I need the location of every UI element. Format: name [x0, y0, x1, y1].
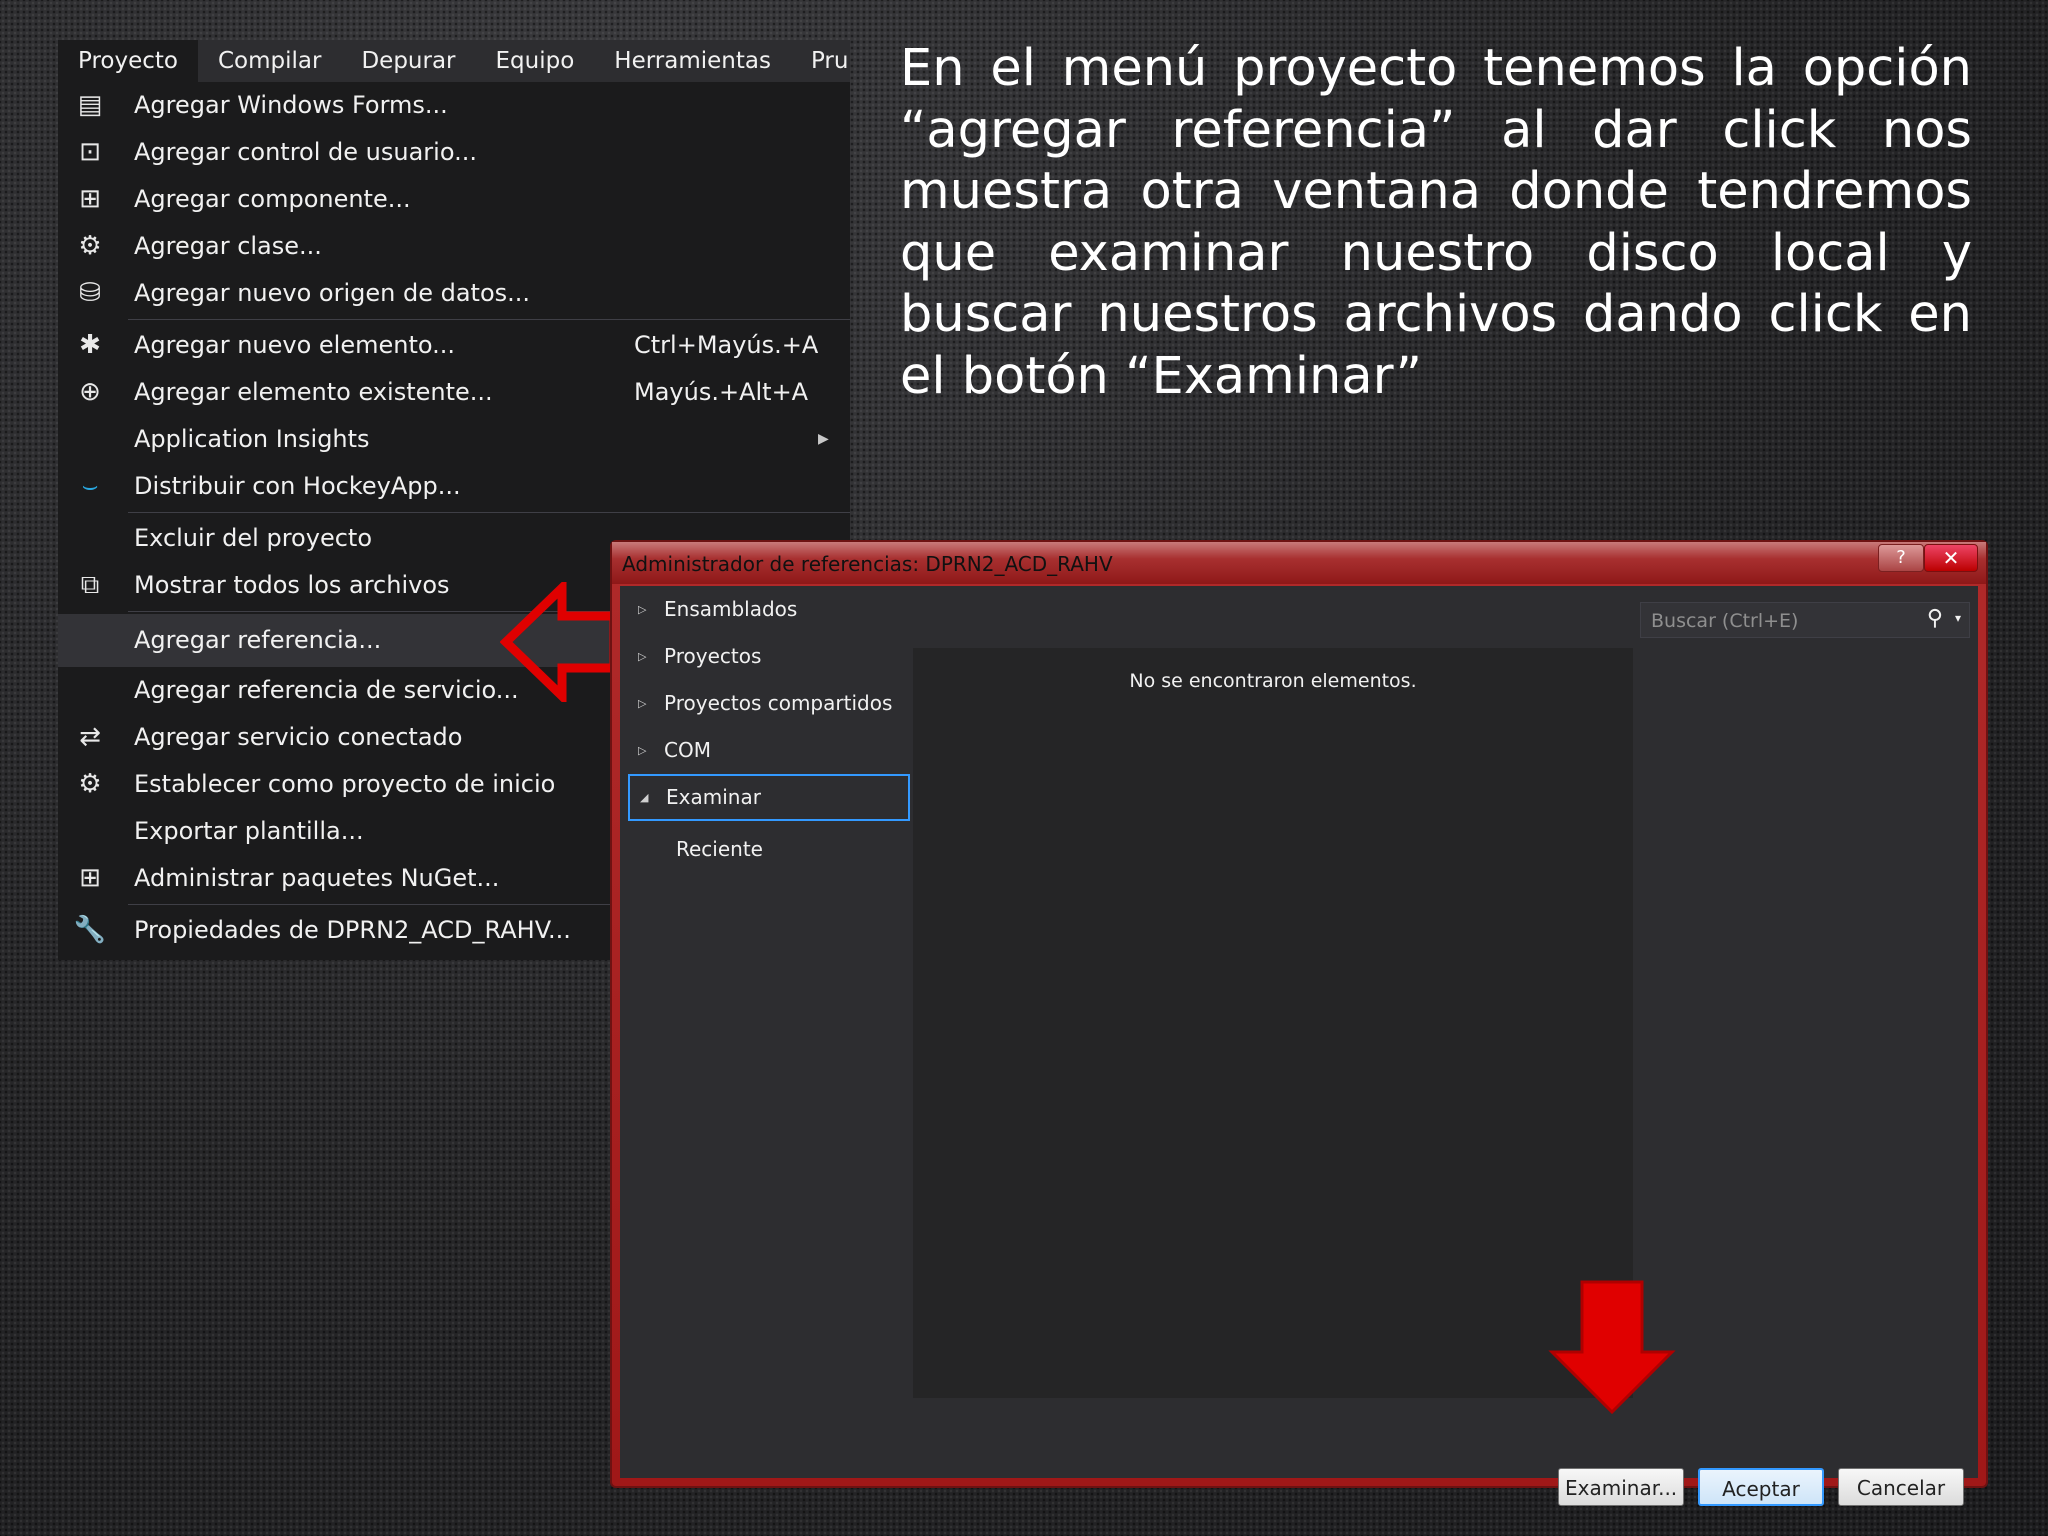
help-button[interactable]: ? — [1878, 544, 1924, 572]
gear-icon: ⚙ — [78, 769, 102, 799]
submenu-arrow-icon: ▶ — [818, 431, 829, 447]
tree-item-assemblies[interactable]: ▷ Ensamblados — [628, 586, 910, 633]
description-text: En el menú proyecto tenemos la opción “a… — [900, 39, 1972, 406]
dialog-body: ▷ Ensamblados ▷ Proyectos ▷ Proyectos co… — [620, 586, 1978, 1506]
show-all-files-icon: ⧉ — [80, 570, 100, 600]
menu-separator — [128, 512, 850, 513]
menu-item-label: Agregar control de usuario... — [134, 138, 477, 166]
menu-item-application-insights[interactable]: Application Insights ▶ — [58, 416, 850, 463]
menu-item-add-new-item[interactable]: ✱ Agregar nuevo elemento... Ctrl+Mayús.+… — [58, 322, 850, 369]
tree-item-projects[interactable]: ▷ Proyectos — [628, 633, 910, 680]
search-box[interactable]: ⚲ ▾ — [1640, 602, 1970, 639]
ok-button[interactable]: Aceptar — [1698, 1468, 1824, 1506]
menu-herramientas[interactable]: Herramientas — [594, 40, 791, 82]
menu-item-shortcut: Ctrl+Mayús.+A — [634, 331, 819, 359]
menu-item-label: Mostrar todos los archivos — [134, 571, 450, 599]
menu-depurar[interactable]: Depurar — [341, 40, 475, 82]
component-icon: ⊞ — [79, 184, 101, 214]
menu-item-hockeyapp[interactable]: ⌣ Distribuir con HockeyApp... — [58, 463, 850, 510]
menu-item-label: Administrar paquetes NuGet... — [134, 864, 500, 892]
menu-item-label: Distribuir con HockeyApp... — [134, 472, 461, 500]
menu-item-label: Agregar componente... — [134, 185, 411, 213]
new-item-icon: ✱ — [79, 330, 101, 360]
menu-item-add-class[interactable]: ⚙ Agregar clase... — [58, 223, 850, 270]
menu-item-add-user-control[interactable]: ⊡ Agregar control de usuario... — [58, 129, 850, 176]
cancel-button[interactable]: Cancelar — [1838, 1468, 1964, 1506]
menu-item-label: Establecer como proyecto de inicio — [134, 770, 556, 798]
menu-item-label: Propiedades de DPRN2_ACD_RAHV... — [134, 916, 571, 944]
tree-item-shared-projects[interactable]: ▷ Proyectos compartidos — [628, 680, 910, 727]
tree-item-label: Ensamblados — [664, 597, 798, 621]
tree-item-label: COM — [664, 738, 711, 762]
tree-item-label: Proyectos compartidos — [664, 691, 893, 715]
left-arrow-annotation-icon — [500, 582, 619, 702]
dialog-title: Administrador de referencias: DPRN2_ACD_… — [622, 552, 1113, 576]
existing-item-icon: ⊕ — [79, 377, 101, 407]
chevron-down-icon[interactable]: ▾ — [1955, 611, 1961, 625]
reference-manager-dialog: Administrador de referencias: DPRN2_ACD_… — [610, 540, 1988, 1506]
menu-proyecto[interactable]: Proyecto — [58, 40, 198, 82]
menu-item-label: Agregar referencia... — [134, 626, 382, 654]
menu-item-label: Agregar elemento existente... — [134, 378, 493, 406]
menu-item-label: Exportar plantilla... — [134, 817, 364, 845]
data-source-icon: ⛁ — [79, 278, 101, 308]
menu-item-add-existing-item[interactable]: ⊕ Agregar elemento existente... Mayús.+A… — [58, 369, 850, 416]
expand-triangle-icon[interactable]: ▷ — [638, 680, 646, 727]
menu-item-add-component[interactable]: ⊞ Agregar componente... — [58, 176, 850, 223]
close-button[interactable]: ✕ — [1924, 544, 1978, 572]
menu-item-label: Excluir del proyecto — [134, 524, 372, 552]
tree-item-label: Proyectos — [664, 644, 762, 668]
results-panel: No se encontraron elementos. — [913, 648, 1633, 1398]
menu-item-label: Agregar referencia de servicio... — [134, 676, 519, 704]
menu-pruebas[interactable]: Pru — [791, 40, 850, 82]
menu-item-label: Agregar nuevo elemento... — [134, 331, 456, 359]
tree-item-browse[interactable]: ◢ Examinar — [628, 774, 910, 821]
menu-item-label: Agregar clase... — [134, 232, 322, 260]
expand-triangle-icon[interactable]: ▷ — [638, 633, 646, 680]
empty-message: No se encontraron elementos. — [1129, 670, 1417, 692]
hockeyapp-icon: ⌣ — [81, 471, 99, 501]
menu-item-label: Agregar nuevo origen de datos... — [134, 279, 531, 307]
dialog-title-bar[interactable]: Administrador de referencias: DPRN2_ACD_… — [612, 542, 1986, 584]
menu-equipo[interactable]: Equipo — [476, 40, 595, 82]
search-icon[interactable]: ⚲ — [1927, 606, 1943, 631]
user-control-icon: ⊡ — [79, 137, 101, 167]
menu-item-add-windows-forms[interactable]: ▤ Agregar Windows Forms... — [58, 82, 850, 129]
windows-form-icon: ▤ — [77, 90, 103, 120]
menu-item-add-data-source[interactable]: ⛁ Agregar nuevo origen de datos... — [58, 270, 850, 317]
collapse-triangle-icon[interactable]: ◢ — [640, 776, 648, 819]
menu-item-shortcut: Mayús.+Alt+A — [634, 378, 809, 406]
menu-item-label: Agregar Windows Forms... — [134, 91, 448, 119]
menu-separator — [128, 319, 850, 320]
class-icon: ⚙ — [78, 231, 102, 261]
down-arrow-annotation-icon — [1548, 1280, 1676, 1415]
nuget-icon: ⊞ — [79, 863, 101, 893]
tree-item-recent[interactable]: Reciente — [628, 821, 910, 877]
menu-item-label: Application Insights — [134, 425, 370, 453]
search-input[interactable] — [1641, 603, 1923, 639]
browse-button[interactable]: Examinar... — [1558, 1468, 1684, 1506]
expand-triangle-icon[interactable]: ▷ — [638, 727, 646, 774]
menu-item-label: Agregar servicio conectado — [134, 723, 463, 751]
category-tree: ▷ Ensamblados ▷ Proyectos ▷ Proyectos co… — [628, 586, 910, 1416]
menu-bar: Proyecto Compilar Depurar Equipo Herrami… — [58, 40, 850, 82]
connected-service-icon: ⇄ — [79, 722, 101, 752]
tree-item-label: Reciente — [676, 837, 763, 861]
wrench-icon: 🔧 — [73, 915, 107, 945]
tree-item-label: Examinar — [666, 785, 761, 809]
expand-triangle-icon[interactable]: ▷ — [638, 586, 646, 633]
menu-compilar[interactable]: Compilar — [198, 40, 341, 82]
tree-item-com[interactable]: ▷ COM — [628, 727, 910, 774]
